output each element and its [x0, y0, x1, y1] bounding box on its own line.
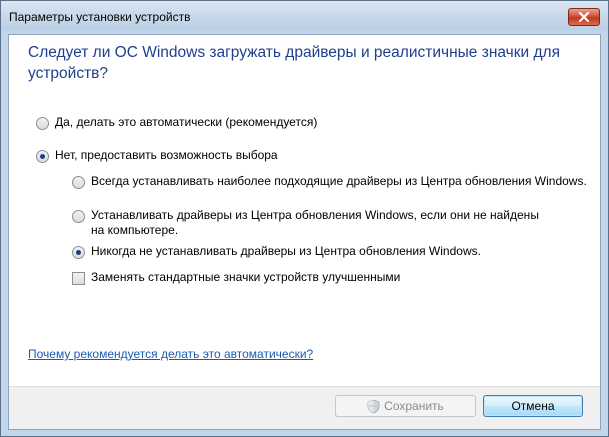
replace-icons-option[interactable]: Заменять стандартные значки устройств ул… — [72, 270, 400, 285]
shield-icon — [367, 399, 380, 413]
save-button-label: Сохранить — [384, 399, 444, 413]
option-choose[interactable]: Нет, предоставить возможность выбора — [36, 148, 278, 163]
radio-always[interactable] — [72, 176, 85, 189]
option-choose-label: Нет, предоставить возможность выбора — [55, 148, 278, 162]
window-title: Параметры установки устройств — [9, 10, 191, 24]
dialog-content: Следует ли ОС Windows загружать драйверы… — [8, 34, 601, 430]
suboption-always[interactable]: Всегда устанавливать наиболее подходящие… — [72, 174, 592, 189]
dialog-window: Параметры установки устройств Следует ли… — [0, 0, 609, 437]
radio-choose[interactable] — [36, 150, 49, 163]
close-icon — [578, 12, 590, 22]
radio-never[interactable] — [72, 246, 85, 259]
option-auto-label: Да, делать это автоматически (рекомендуе… — [55, 115, 318, 129]
option-auto[interactable]: Да, делать это автоматически (рекомендуе… — [36, 115, 317, 130]
save-button[interactable]: Сохранить — [335, 395, 476, 417]
title-bar[interactable]: Параметры установки устройств — [1, 1, 608, 34]
suboption-never-label: Никогда не устанавливать драйверы из Цен… — [91, 244, 481, 258]
close-button[interactable] — [568, 8, 600, 26]
radio-auto[interactable] — [36, 117, 49, 130]
help-link[interactable]: Почему рекомендуется делать это автомати… — [28, 347, 313, 361]
dialog-heading: Следует ли ОС Windows загружать драйверы… — [28, 44, 560, 82]
replace-icons-checkbox[interactable] — [72, 272, 85, 285]
replace-icons-label: Заменять стандартные значки устройств ул… — [91, 270, 401, 284]
suboption-never[interactable]: Никогда не устанавливать драйверы из Цен… — [72, 244, 481, 259]
button-bar: Сохранить Отмена — [9, 386, 600, 429]
suboption-if-missing-label: Устанавливать драйверы из Центра обновле… — [91, 208, 539, 237]
cancel-button-label: Отмена — [511, 399, 555, 413]
suboption-always-label: Всегда устанавливать наиболее подходящие… — [91, 174, 587, 188]
suboption-if-missing[interactable]: Устанавливать драйверы из Центра обновле… — [72, 208, 542, 238]
radio-if-missing[interactable] — [72, 210, 85, 223]
cancel-button[interactable]: Отмена — [483, 395, 583, 417]
